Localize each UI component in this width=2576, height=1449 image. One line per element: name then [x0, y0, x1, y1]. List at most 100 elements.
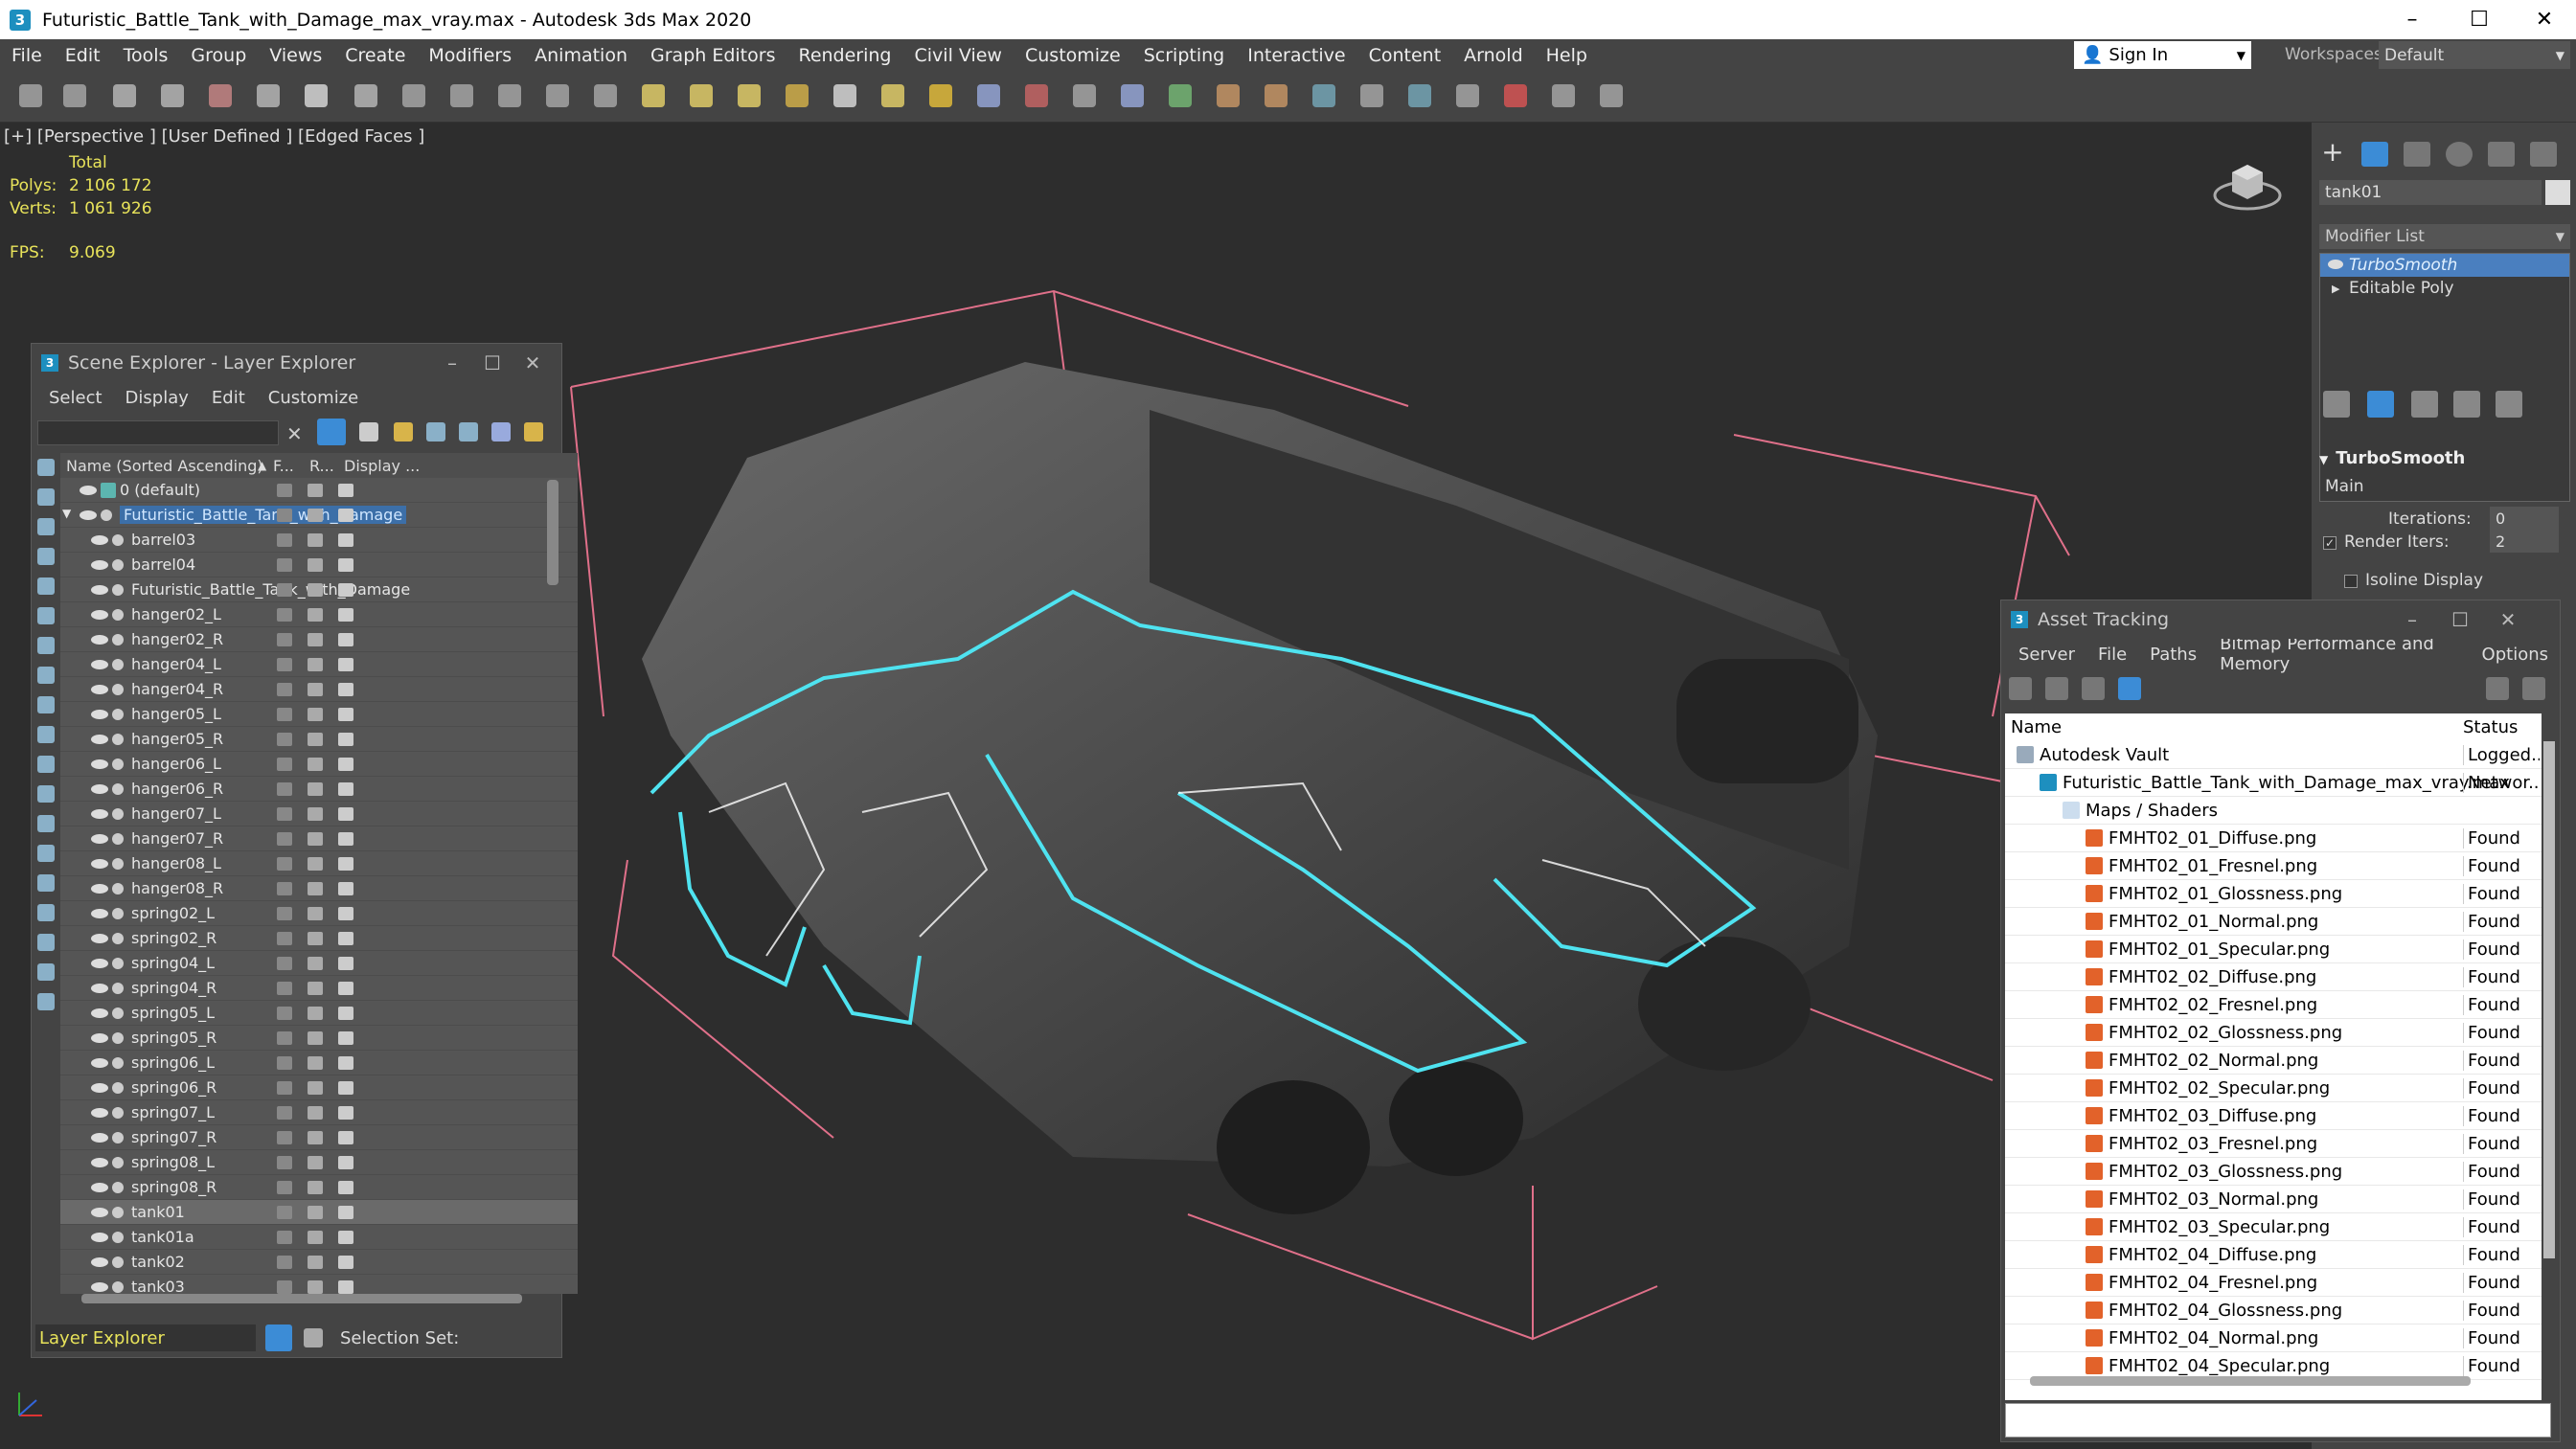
help-icon[interactable] — [1600, 84, 1623, 107]
tree-row[interactable]: spring06_L — [60, 1051, 578, 1075]
tree-row[interactable]: spring07_L — [60, 1100, 578, 1125]
minimize-button[interactable]: – — [432, 344, 472, 382]
layer-icon[interactable] — [1265, 84, 1288, 107]
at-menu-file[interactable]: File — [2086, 645, 2138, 665]
percent-snap-icon[interactable] — [1073, 84, 1096, 107]
renderable-teapot-icon[interactable] — [308, 782, 323, 796]
display-stack-icon[interactable] — [338, 1206, 353, 1219]
freeze-icon[interactable] — [277, 932, 292, 945]
bones-filter-icon[interactable] — [37, 726, 55, 743]
renderable-teapot-icon[interactable] — [308, 882, 323, 895]
menu-edit[interactable]: Edit — [54, 45, 112, 66]
cameras-filter-icon[interactable] — [37, 577, 55, 595]
scene-explorer-title-bar[interactable]: 3 Scene Explorer - Layer Explorer – ☐ ✕ — [32, 344, 561, 382]
render-frame-icon[interactable] — [1552, 84, 1575, 107]
containers-filter-icon[interactable] — [37, 756, 55, 773]
eye-icon[interactable] — [91, 535, 108, 545]
camera-icon[interactable] — [929, 84, 952, 107]
renderable-teapot-icon[interactable] — [308, 1256, 323, 1269]
tree-row[interactable]: barrel03 — [60, 528, 578, 553]
window-crossing-icon[interactable] — [450, 84, 473, 107]
renderable-teapot-icon[interactable] — [308, 758, 323, 771]
eye-icon[interactable] — [91, 784, 108, 794]
asset-row[interactable]: FMHT02_02_Fresnel.png Found — [2005, 991, 2542, 1019]
column-name[interactable]: Name (Sorted Ascending) — [66, 457, 263, 475]
rect-select-icon[interactable] — [402, 84, 425, 107]
vertical-scrollbar[interactable] — [547, 480, 559, 585]
eye-icon[interactable] — [91, 710, 108, 719]
freeze-icon[interactable] — [277, 608, 292, 622]
explorer-select[interactable]: Layer Explorer — [35, 1324, 256, 1351]
renderable-teapot-icon[interactable] — [308, 708, 323, 721]
asset-row[interactable]: FMHT02_01_Glossness.png Found — [2005, 880, 2542, 908]
tree-row[interactable]: spring02_L — [60, 901, 578, 926]
eye-icon[interactable] — [80, 486, 97, 495]
pin-stack-icon[interactable] — [2323, 391, 2350, 418]
table-view-icon[interactable] — [2118, 677, 2141, 700]
se-menu-select[interactable]: Select — [37, 388, 114, 408]
eye-icon[interactable] — [91, 1257, 108, 1267]
renderable-teapot-icon[interactable] — [308, 1206, 323, 1219]
asset-path-field[interactable] — [2005, 1403, 2551, 1438]
undo-icon[interactable] — [19, 84, 42, 107]
add-layer-icon[interactable] — [394, 422, 413, 441]
tree-row[interactable]: hanger07_R — [60, 826, 578, 851]
tree-row[interactable]: tank01 — [60, 1200, 578, 1225]
freeze-icon[interactable] — [277, 1007, 292, 1020]
renderable-teapot-icon[interactable] — [308, 484, 323, 497]
workspace-select[interactable]: Default ▼ — [2379, 41, 2570, 69]
close-button[interactable]: ✕ — [2488, 600, 2528, 639]
renderable-teapot-icon[interactable] — [308, 1056, 323, 1070]
asset-row[interactable]: FMHT02_01_Normal.png Found — [2005, 908, 2542, 936]
clear-search-icon[interactable]: ✕ — [286, 422, 303, 445]
display-stack-icon[interactable] — [338, 558, 353, 572]
display-stack-icon[interactable] — [338, 957, 353, 970]
renderable-teapot-icon[interactable] — [308, 1031, 323, 1045]
display-stack-icon[interactable] — [338, 1181, 353, 1194]
tree-row[interactable]: spring06_R — [60, 1075, 578, 1100]
menu-animation[interactable]: Animation — [523, 45, 639, 66]
frozen-filter-icon[interactable] — [37, 785, 55, 803]
asset-row[interactable]: FMHT02_01_Diffuse.png Found — [2005, 825, 2542, 852]
settings-icon[interactable] — [2522, 677, 2545, 700]
isoline-display-checkbox[interactable] — [2344, 575, 2358, 588]
sign-in-dropdown[interactable]: 👤 Sign In ▼ — [2074, 41, 2251, 69]
se-menu-display[interactable]: Display — [114, 388, 200, 408]
asset-row[interactable]: FMHT02_02_Diffuse.png Found — [2005, 963, 2542, 991]
renderable-teapot-icon[interactable] — [308, 683, 323, 696]
display-stack-icon[interactable] — [338, 882, 353, 895]
horizontal-scrollbar[interactable] — [2030, 1376, 2471, 1386]
redo-icon[interactable] — [63, 84, 86, 107]
column-name[interactable]: Name — [2011, 717, 2062, 737]
column-display[interactable]: Display ... — [344, 457, 420, 475]
renderable-teapot-icon[interactable] — [308, 658, 323, 671]
show-end-result-icon[interactable] — [2367, 391, 2394, 418]
tree-row[interactable]: hanger07_L — [60, 802, 578, 826]
hierarchy-icon[interactable] — [459, 422, 478, 441]
eye-icon[interactable] — [91, 1083, 108, 1093]
expand-arrow-icon[interactable]: ▶ — [2332, 283, 2339, 295]
eye-icon[interactable] — [91, 934, 108, 943]
eye-icon[interactable] — [2328, 260, 2343, 269]
curve-editor-icon[interactable] — [1312, 84, 1335, 107]
tree-row[interactable]: hanger02_L — [60, 602, 578, 627]
unlink-icon[interactable] — [161, 84, 184, 107]
layers-icon[interactable] — [426, 422, 445, 441]
display-stack-icon[interactable] — [338, 658, 353, 671]
stack-item-turbosmooth[interactable]: TurboSmooth — [2320, 254, 2569, 277]
freeze-icon[interactable] — [277, 857, 292, 871]
renderable-teapot-icon[interactable] — [308, 957, 323, 970]
asset-row[interactable]: FMHT02_04_Glossness.png Found — [2005, 1297, 2542, 1324]
display-stack-icon[interactable] — [338, 1106, 353, 1120]
renderable-teapot-icon[interactable] — [308, 558, 323, 572]
tree-row[interactable]: barrel04 — [60, 553, 578, 577]
display-stack-icon[interactable] — [338, 1131, 353, 1144]
freeze-icon[interactable] — [277, 1131, 292, 1144]
cone-icon[interactable] — [833, 84, 856, 107]
teapot-icon[interactable] — [786, 84, 809, 107]
menu-group[interactable]: Group — [179, 45, 258, 66]
eye-icon[interactable] — [91, 809, 108, 819]
display-stack-icon[interactable] — [338, 484, 353, 497]
refresh-icon[interactable] — [2009, 677, 2032, 700]
freeze-icon[interactable] — [277, 1280, 292, 1294]
